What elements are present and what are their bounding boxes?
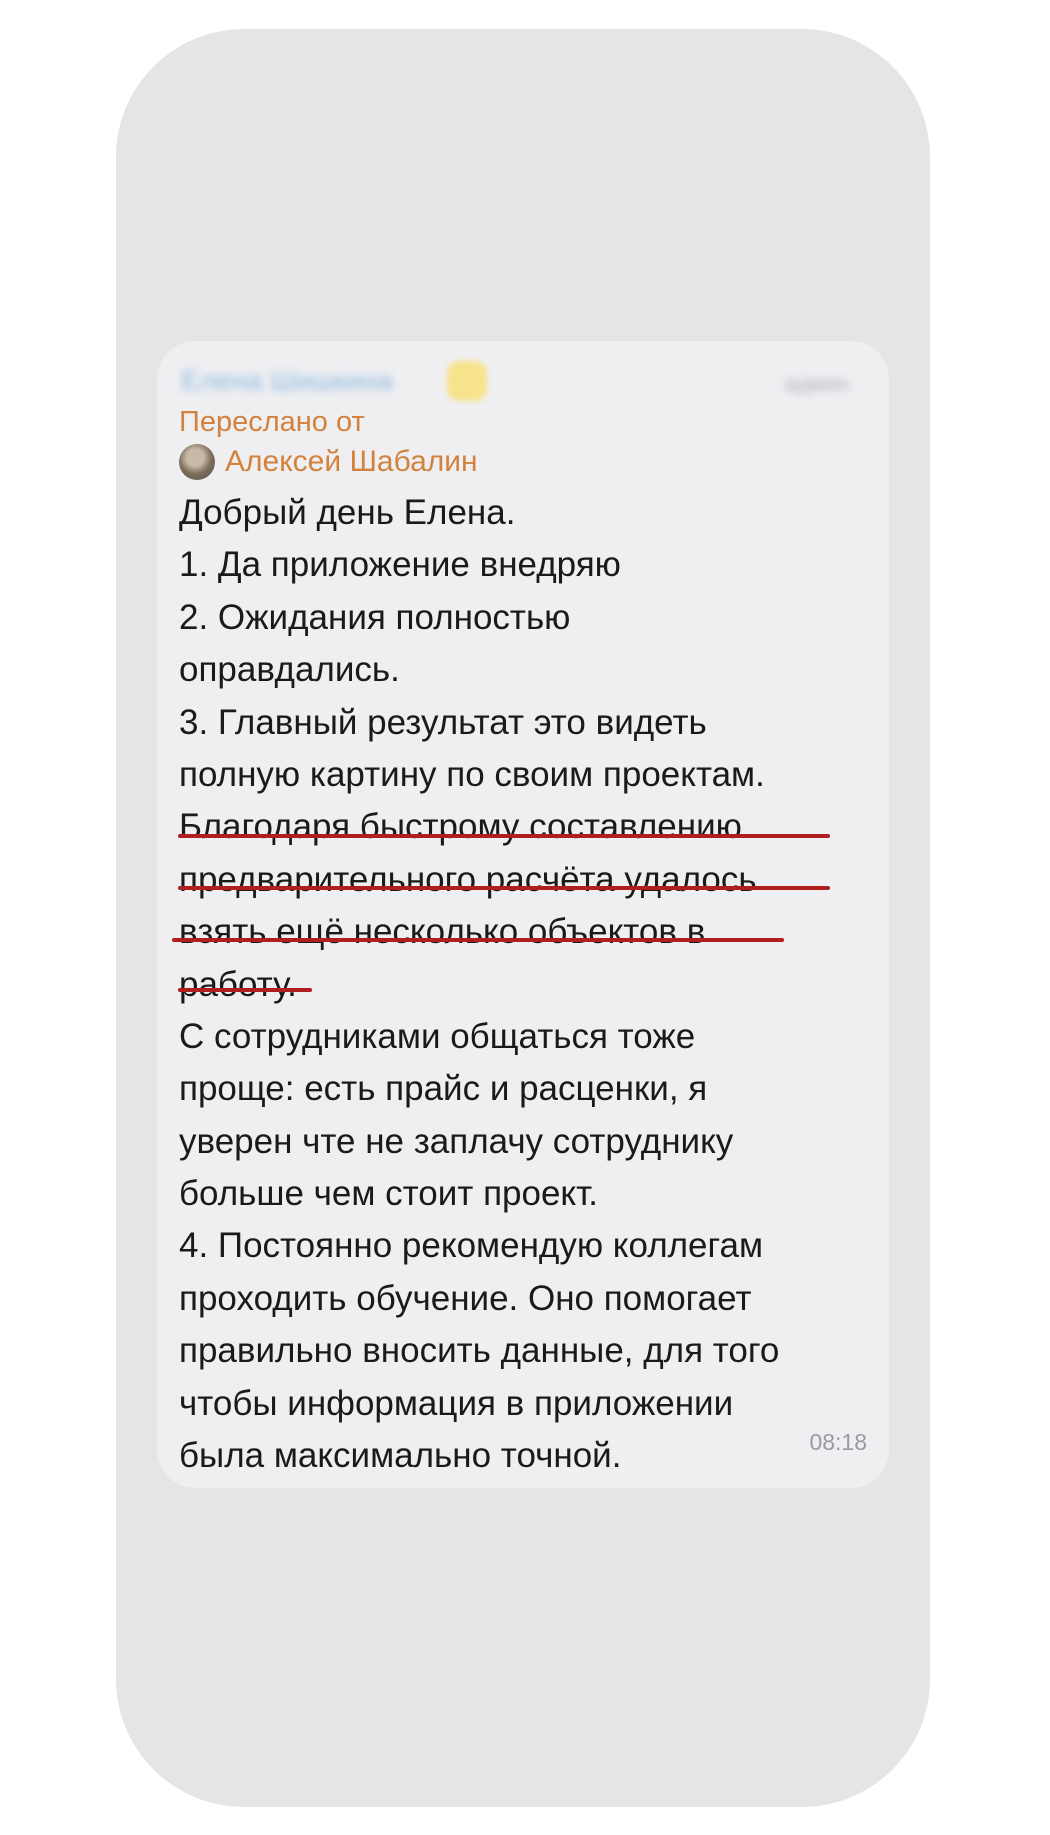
annotation-underline: [178, 834, 830, 838]
annotation-underline: [172, 938, 784, 942]
message-line: уверен чте не заплачу сотруднику: [179, 1121, 734, 1161]
message-line-highlighted: Благодаря быстрому составлению: [179, 807, 742, 847]
message-text: Добрый день Елена. 1. Да приложение внед…: [179, 487, 867, 1482]
message-bubble[interactable]: Елена Шишкина админ Переслано от Алексей…: [157, 341, 889, 1488]
forwarded-label: Переслано от: [179, 406, 365, 438]
message-time: 08:18: [809, 1429, 867, 1455]
message-line: проще: есть прайс и расценки, я: [179, 1069, 708, 1109]
annotation-underline: [178, 988, 312, 992]
forwarded-from[interactable]: Алексей Шабалин: [179, 441, 867, 483]
message-line: 3. Главный результат это видеть: [179, 702, 707, 742]
message-line: чтобы информация в приложении: [179, 1383, 734, 1423]
message-line: больше чем стоит проект.: [179, 1174, 598, 1214]
message-line: проходить обучение. Оно помогает: [179, 1278, 752, 1318]
message-line: 4. Постоянно рекомендую коллегам: [179, 1226, 764, 1266]
message-line: С сотрудниками общаться тоже: [179, 1016, 696, 1056]
message-line-highlighted: предварительного расчёта удалось: [179, 859, 757, 899]
annotation-underline: [178, 886, 830, 890]
message-line: полную картину по своим проектам.: [179, 754, 765, 794]
message-line: была максимально точной.: [179, 1436, 622, 1476]
message-line: 2. Ожидания полностью: [179, 597, 571, 637]
sender-name-blurred: Елена Шишкина: [181, 365, 394, 396]
message-line-highlighted: взять ещё несколько объектов в: [179, 912, 706, 952]
message-line: правильно вносить данные, для того: [179, 1331, 780, 1371]
forwarded-author[interactable]: Алексей Шабалин: [225, 445, 478, 479]
sender-emoji-icon: [447, 361, 487, 401]
message-line: 1. Да приложение внедряю: [179, 545, 621, 585]
message-line: оправдались.: [179, 650, 400, 690]
author-avatar[interactable]: [179, 444, 215, 480]
sender-meta-blurred: админ: [784, 371, 849, 396]
message-line-highlighted: работу.: [179, 964, 297, 1004]
sender-row: Елена Шишкина админ: [179, 359, 867, 405]
message-line: Добрый день Елена.: [179, 493, 516, 532]
